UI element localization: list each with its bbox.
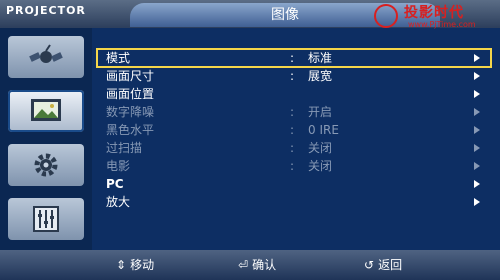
menu-row-colon: : [290,69,295,83]
sidebar-item-options[interactable] [8,198,84,240]
sidebar-item-picture[interactable] [8,90,84,132]
menu-row-value: 关闭 [308,159,333,173]
menu-row-label: 电影 [106,159,131,173]
menu-row-screen-position[interactable]: 画面位置 [98,86,490,102]
hint-back: ↺ 返回 [364,256,402,273]
chevron-right-icon [474,198,480,206]
return-icon: ↺ [364,257,375,272]
menu-row-label: 画面尺寸 [106,69,155,83]
menu-row-colon: : [290,141,295,155]
menu-row-colon: : [290,159,295,173]
hint-back-label: 返回 [378,258,403,272]
menu-row-value: 展宽 [308,69,333,83]
sidebar-item-input[interactable] [8,36,84,78]
bottom-help-bar: ⇕ 移动 ⏎ 确认 ↺ 返回 [0,250,500,280]
menu-row-value: 0 IRE [308,123,339,137]
menu-row-screen-size[interactable]: 画面尺寸 : 展宽 [98,68,490,84]
menu-row-label: 画面位置 [106,87,155,101]
menu-row-mode[interactable]: 模式 : 标准 [96,48,492,68]
menu-row-label: 黑色水平 [106,123,155,137]
chevron-right-icon [474,126,480,134]
watermark-url: www.PjTime.com [408,20,476,29]
picture-icon [31,99,61,121]
chevron-right-icon [474,144,480,152]
sliders-icon [33,206,59,232]
hint-confirm-label: 确认 [252,258,277,272]
menu-row-value: 开启 [308,105,333,119]
menu-row-digital-nr[interactable]: 数字降噪 : 开启 [98,104,490,120]
updown-icon: ⇕ [116,257,127,272]
chevron-right-icon [474,90,480,98]
hint-move: ⇕ 移动 [116,256,154,273]
satellite-icon [29,44,63,63]
watermark-text: 投影时代 [404,5,464,21]
hint-move-label: 移动 [130,258,155,272]
hint-confirm: ⏎ 确认 [238,256,276,273]
watermark: 投影时代 www.PjTime.com [374,2,494,32]
menu-row-label: 放大 [106,195,131,209]
projector-osd-screen: PROJECTOR 图像 投影时代 www.PjTime.com 模式: 标准… [0,0,500,280]
menu-row-colon: : [290,105,295,119]
brand-label: PROJECTOR [6,4,86,17]
picture-menu: 模式 : 标准 画面尺寸 : 展宽 画面位置 数字降噪 : 开启 黑色水平 : … [96,46,492,246]
chevron-right-icon [474,108,480,116]
menu-row-label: 模式 [106,51,131,65]
category-sidebar [0,28,92,250]
menu-row-value: 标准 [308,51,333,65]
chevron-right-icon [474,162,480,170]
menu-row-value: 关闭 [308,141,333,155]
menu-row-pc[interactable]: PC [98,176,490,192]
menu-row-colon: : [290,123,295,137]
menu-row-label: 过扫描 [106,141,143,155]
watermark-logo-icon [374,4,398,28]
menu-row-label: PC [106,177,124,191]
menu-row-film[interactable]: 电影 : 关闭 [98,158,490,174]
menu-row-label: 数字降噪 [106,105,155,119]
menu-row-colon: : [290,51,295,65]
menu-title: 图像 [271,7,299,23]
chevron-right-icon [474,72,480,80]
chevron-right-icon [474,180,480,188]
chevron-right-icon [474,54,480,62]
enter-icon: ⏎ [238,257,249,272]
gear-icon [34,153,58,177]
menu-row-overscan[interactable]: 过扫描 : 关闭 [98,140,490,156]
sidebar-item-setup[interactable] [8,144,84,186]
menu-row-zoom[interactable]: 放大 [98,194,490,210]
menu-row-black-level[interactable]: 黑色水平 : 0 IRE [98,122,490,138]
